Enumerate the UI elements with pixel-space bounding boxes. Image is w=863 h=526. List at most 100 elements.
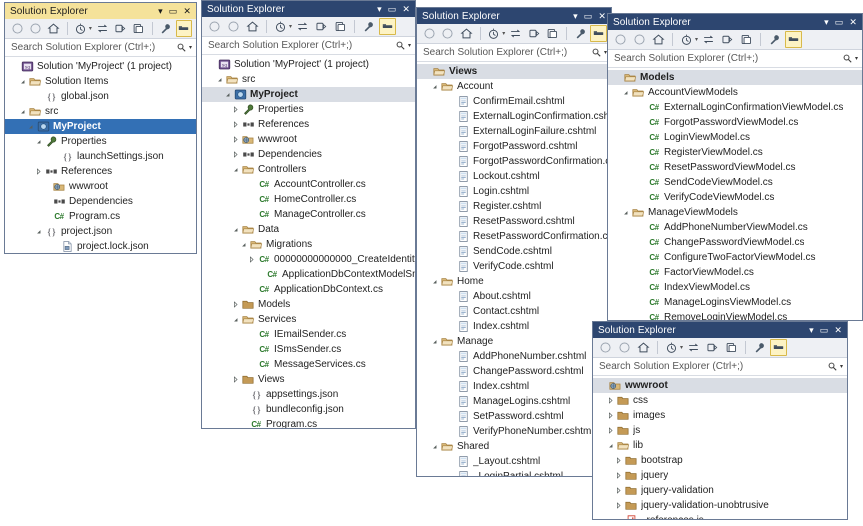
chevron-down-icon[interactable] <box>429 337 440 346</box>
chevron-down-icon[interactable] <box>429 277 440 286</box>
pending-changes-button[interactable] <box>678 31 695 48</box>
tree-item[interactable]: C# LoginViewModel.cs <box>608 130 862 145</box>
tree-item[interactable]: jquery-validation <box>593 483 847 498</box>
search-icon[interactable]: ▾ <box>176 42 192 53</box>
tree-item[interactable]: C# FactorViewModel.cs <box>608 265 862 280</box>
properties-button[interactable] <box>112 20 128 37</box>
chevron-down-icon[interactable] <box>238 240 249 249</box>
search-icon[interactable]: ▾ <box>842 53 858 64</box>
window-wwwroot[interactable]: Solution Explorer ▾ ▭ ✕ ▾ Search Solution Exp… <box>592 321 848 520</box>
tree-item[interactable]: Shared <box>417 439 611 454</box>
chevron-right-icon[interactable] <box>613 471 624 480</box>
tree-item[interactable]: wwwroot <box>5 179 196 194</box>
titlebar[interactable]: Solution Explorer ▾ ▭ ✕ <box>5 3 196 19</box>
chevron-down-icon[interactable] <box>25 122 36 131</box>
tree-item[interactable]: C# AddPhoneNumberViewModel.cs <box>608 220 862 235</box>
collapse-all-button[interactable] <box>751 339 768 356</box>
properties-button[interactable] <box>526 25 543 42</box>
tree-item[interactable]: C# ApplicationDbContextModelSnapshot.cs <box>202 267 415 282</box>
tree-item[interactable]: jquery-validation-unobtrusive <box>593 498 847 513</box>
chevron-right-icon[interactable] <box>605 426 616 435</box>
tree-item[interactable]: project.lock.json <box>5 239 196 253</box>
preview-selected-items-button[interactable] <box>738 31 755 48</box>
tree-item[interactable]: ForgotPasswordConfirmation.cshtml <box>417 154 611 169</box>
forward-button[interactable] <box>616 339 633 356</box>
tree-item[interactable]: {} appsettings.json <box>202 387 415 402</box>
chevron-right-icon[interactable] <box>605 411 616 420</box>
tree-item[interactable]: ConfirmEmail.cshtml <box>417 94 611 109</box>
preview-selected-items-button[interactable] <box>723 339 740 356</box>
tree-item[interactable]: Services <box>202 312 415 327</box>
back-button[interactable] <box>612 31 629 48</box>
tree-item[interactable]: wwwroot <box>202 132 415 147</box>
tree-item[interactable]: sq Solution 'MyProject' (1 project) <box>202 57 415 72</box>
tree-item[interactable]: Index.cshtml <box>417 319 611 334</box>
sync-with-active-document-button[interactable] <box>685 339 702 356</box>
close-icon[interactable]: ✕ <box>183 6 191 16</box>
tree-item[interactable]: bootstrap <box>593 453 847 468</box>
maximize-icon[interactable]: ▭ <box>388 4 397 14</box>
tree-item[interactable]: Models <box>608 70 862 85</box>
search-input[interactable]: Search Solution Explorer (Ctrl+;) <box>599 361 827 372</box>
search-options-chevron-icon[interactable]: ▾ <box>408 42 411 49</box>
tree-item[interactable]: Properties <box>5 134 196 149</box>
tree-item[interactable]: ResetPasswordConfirmation.cshtml <box>417 229 611 244</box>
preview-selected-items-button[interactable] <box>332 18 349 35</box>
tree-item[interactable]: C# MessageServices.cs <box>202 357 415 372</box>
collapse-all-button[interactable] <box>158 20 174 37</box>
search-input[interactable]: Search Solution Explorer (Ctrl+;) <box>614 53 842 64</box>
chevron-down-icon[interactable] <box>17 77 28 86</box>
chevron-down-icon[interactable]: ▾ <box>289 23 292 30</box>
window-project-expanded[interactable]: Solution Explorer ▾ ▭ ✕ ▾ Search Solution Exp… <box>201 0 416 429</box>
forward-button[interactable] <box>225 18 242 35</box>
tree-item[interactable]: Properties <box>202 102 415 117</box>
chevron-right-icon[interactable] <box>605 396 616 405</box>
show-all-files-button[interactable] <box>770 339 788 356</box>
tree-item[interactable]: C# IEmailSender.cs <box>202 327 415 342</box>
tree-item[interactable]: Register.cshtml <box>417 199 611 214</box>
tree-item[interactable]: {} project.json <box>5 224 196 239</box>
tree-item[interactable]: Migrations <box>202 237 415 252</box>
window-views[interactable]: Solution Explorer ▾ ▭ ✕ ▾ Search Solution Exp… <box>416 7 612 477</box>
pending-changes-button[interactable] <box>486 25 503 42</box>
tree-item[interactable]: jquery <box>593 468 847 483</box>
tree-item[interactable]: AccountViewModels <box>608 85 862 100</box>
chevron-down-icon[interactable] <box>230 315 241 324</box>
close-icon[interactable]: ✕ <box>849 17 857 27</box>
forward-button[interactable] <box>631 31 648 48</box>
tree-item[interactable]: Solution Items <box>5 74 196 89</box>
back-button[interactable] <box>9 20 25 37</box>
tree-item[interactable]: images <box>593 408 847 423</box>
tree-item[interactable]: C# ApplicationDbContext.cs <box>202 282 415 297</box>
tree-item[interactable]: sq Solution 'MyProject' (1 project) <box>5 59 196 74</box>
tree-item[interactable]: _references.js <box>593 513 847 519</box>
chevron-down-icon[interactable] <box>429 442 440 451</box>
chevron-down-icon[interactable]: ▾ <box>680 344 683 351</box>
preview-selected-items-button[interactable] <box>544 25 561 42</box>
show-all-files-button[interactable] <box>785 31 803 48</box>
close-icon[interactable]: ✕ <box>402 4 410 14</box>
search-bar[interactable]: Search Solution Explorer (Ctrl+;) ▾ <box>608 50 862 68</box>
titlebar[interactable]: Solution Explorer ▾ ▭ ✕ <box>593 322 847 338</box>
search-bar[interactable]: Search Solution Explorer (Ctrl+;) ▾ <box>593 358 847 376</box>
tree-item[interactable]: wwwroot <box>593 378 847 393</box>
collapse-all-button[interactable] <box>360 18 377 35</box>
chevron-down-icon[interactable] <box>620 208 631 217</box>
tree-item[interactable]: ChangePassword.cshtml <box>417 364 611 379</box>
tree-item[interactable]: ExternalLoginConfirmation.cshtml <box>417 109 611 124</box>
chevron-right-icon[interactable] <box>230 300 241 309</box>
chevron-right-icon[interactable] <box>230 135 241 144</box>
properties-button[interactable] <box>313 18 330 35</box>
tree-item[interactable]: Manage <box>417 334 611 349</box>
titlebar[interactable]: Solution Explorer ▾ ▭ ✕ <box>608 14 862 30</box>
tree-item[interactable]: ExternalLoginFailure.cshtml <box>417 124 611 139</box>
tree-item[interactable]: MyProject <box>5 119 196 134</box>
sync-with-active-document-button[interactable] <box>507 25 524 42</box>
search-icon[interactable]: ▾ <box>395 40 411 51</box>
tree-item[interactable]: C# ExternalLoginConfirmationViewModel.cs <box>608 100 862 115</box>
properties-button[interactable] <box>704 339 721 356</box>
chevron-right-icon[interactable] <box>230 150 241 159</box>
tree-item[interactable]: Views <box>417 64 611 79</box>
show-all-files-button[interactable] <box>379 18 397 35</box>
titlebar[interactable]: Solution Explorer ▾ ▭ ✕ <box>202 1 415 17</box>
